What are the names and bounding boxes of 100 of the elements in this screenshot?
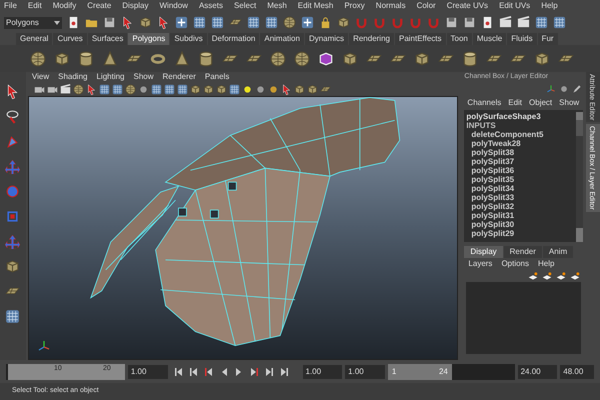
menu-item[interactable]: Edit	[28, 0, 42, 12]
pyramid-icon[interactable]	[174, 50, 190, 66]
scrollbar[interactable]	[576, 112, 583, 242]
current-time-field[interactable]: 1.00	[128, 364, 168, 378]
cursor-icon[interactable]	[86, 84, 97, 94]
channel-node[interactable]: polySurfaceShape3	[464, 112, 576, 121]
shelf-tab[interactable]: Surfaces	[88, 33, 128, 45]
cube-icon[interactable]	[54, 50, 70, 66]
menu-item[interactable]: Modify	[52, 0, 76, 12]
current-time-marker[interactable]	[6, 364, 8, 380]
shelf-tab[interactable]: Polygons	[128, 33, 170, 45]
select-tool-icon[interactable]	[5, 84, 20, 99]
cross-icon[interactable]	[301, 16, 314, 29]
new-scene-icon[interactable]	[67, 16, 80, 29]
shelf-tab[interactable]: PaintEffects	[394, 33, 446, 45]
menu-item[interactable]: Display	[122, 0, 148, 12]
shelf-tab[interactable]: General	[16, 33, 52, 45]
cursor-icon[interactable]	[121, 16, 134, 29]
shelf-tab[interactable]: Muscle	[472, 33, 506, 45]
channel-node[interactable]: polySplit29	[464, 229, 576, 238]
channel-node[interactable]: polySplit36	[464, 166, 576, 175]
menu-item[interactable]: Mesh	[267, 0, 287, 12]
layer-icon[interactable]	[528, 271, 538, 281]
menu-item[interactable]: Color	[416, 0, 436, 12]
save-icon[interactable]	[103, 16, 116, 29]
ball-icon[interactable]	[138, 84, 149, 94]
menu-item[interactable]: Edit UVs	[499, 0, 530, 12]
grid-icon[interactable]	[265, 16, 278, 29]
ball-icon[interactable]	[254, 84, 266, 94]
shelf-tab[interactable]: Toon	[446, 33, 472, 45]
grid-icon[interactable]	[193, 16, 206, 29]
menu-item[interactable]: Select	[234, 0, 256, 12]
layer-tab[interactable]: Render	[504, 246, 542, 258]
sphere-icon[interactable]	[283, 16, 296, 29]
sphere-icon[interactable]	[124, 84, 136, 94]
menu-item[interactable]: Create UVs	[446, 0, 488, 12]
cursor-icon[interactable]	[157, 16, 170, 29]
ball-icon[interactable]	[268, 84, 279, 94]
channel-menu-item[interactable]: Object	[529, 97, 552, 109]
channel-menu-item[interactable]: Show	[559, 97, 580, 109]
clapper-icon[interactable]	[499, 16, 512, 29]
channel-node[interactable]: polySplit30	[464, 220, 576, 229]
channel-node[interactable]: polySplit38	[464, 148, 576, 157]
shelf-tab[interactable]: Rendering	[349, 33, 394, 45]
channel-menu-item[interactable]: Channels	[467, 97, 502, 109]
clapper-icon[interactable]	[517, 16, 530, 29]
grid-icon[interactable]	[247, 16, 260, 29]
layer-menu-item[interactable]: Help	[538, 258, 554, 270]
shelf-tab[interactable]: Subdivs	[170, 33, 207, 45]
shelf-tab[interactable]: Fluids	[507, 33, 537, 45]
panel-menu-item[interactable]: Panels	[204, 71, 230, 83]
layer-tab[interactable]: Anim	[542, 246, 574, 258]
cube-icon[interactable]	[534, 50, 550, 66]
axis-icon[interactable]	[546, 84, 556, 94]
grid-icon[interactable]	[150, 84, 162, 94]
channel-node[interactable]: deleteComponent5	[464, 130, 576, 139]
sphere-icon[interactable]	[30, 50, 46, 66]
step-back-icon[interactable]	[188, 366, 198, 376]
menu-item[interactable]: Help	[541, 0, 558, 12]
channel-menu-item[interactable]: Edit	[508, 97, 522, 109]
menu-item[interactable]: Edit Mesh	[298, 0, 334, 12]
sphere-icon[interactable]	[559, 84, 569, 94]
channel-node[interactable]: polyTweak28	[464, 139, 576, 148]
playback-end-field[interactable]: 24.00	[518, 364, 558, 378]
paint-tool-icon[interactable]	[5, 134, 20, 149]
playback-start-field[interactable]: 1.00	[345, 364, 385, 378]
layer-icon[interactable]	[542, 271, 552, 281]
panel-menu-item[interactable]: Show	[134, 71, 154, 83]
document-icon[interactable]	[481, 16, 494, 29]
skip-back-icon[interactable]	[174, 366, 184, 376]
layer-menu-item[interactable]: Options	[501, 258, 530, 270]
key-forward-icon[interactable]	[248, 366, 258, 376]
lock-icon[interactable]	[319, 16, 332, 29]
key-back-icon[interactable]	[204, 366, 214, 376]
start-time-field[interactable]: 1.00	[302, 364, 342, 378]
sphere-icon[interactable]	[270, 50, 286, 66]
grid-icon[interactable]	[211, 16, 224, 29]
shelf-tab[interactable]: Deformation	[208, 33, 260, 45]
menu-item[interactable]: Assets	[198, 0, 223, 12]
menu-item[interactable]: Window	[160, 0, 188, 12]
grid-icon[interactable]	[98, 84, 110, 94]
panel-menu-item[interactable]: View	[32, 71, 50, 83]
cube-icon[interactable]	[5, 259, 20, 274]
shelf-tab[interactable]: Dynamics	[304, 33, 348, 45]
channel-node[interactable]: polySplit37	[464, 157, 576, 166]
channel-node[interactable]: polySplit31	[464, 211, 576, 220]
cylinder-icon[interactable]	[462, 50, 478, 66]
lasso-tool-icon[interactable]	[5, 109, 20, 124]
shelf-tab[interactable]: Curves	[53, 33, 87, 45]
panel-menu-item[interactable]: Lighting	[96, 71, 124, 83]
panel-menu-item[interactable]: Renderer	[162, 71, 196, 83]
range-slider[interactable]: 1 24	[388, 364, 452, 380]
viewport[interactable]	[28, 96, 458, 360]
menu-item[interactable]: Normals	[376, 0, 406, 12]
cylinder-icon[interactable]	[78, 50, 94, 66]
sphere-icon[interactable]	[294, 50, 310, 66]
cube-icon[interactable]	[414, 50, 430, 66]
pen-icon[interactable]	[572, 84, 582, 94]
sphere-icon[interactable]	[72, 84, 84, 94]
channel-node[interactable]: polySplit33	[464, 193, 576, 202]
